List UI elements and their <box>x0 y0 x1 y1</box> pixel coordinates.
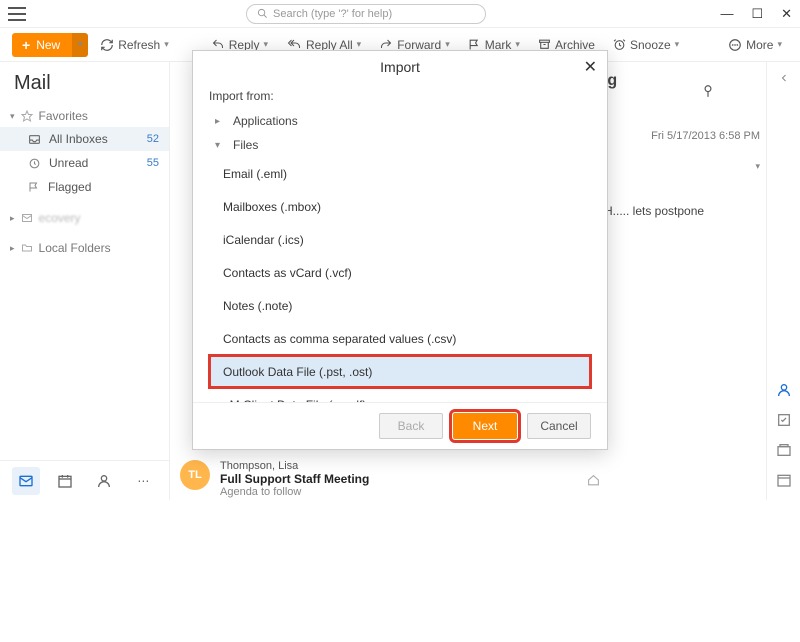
chevron-right-icon: ▸ <box>215 116 225 127</box>
next-button[interactable]: Next <box>453 413 517 439</box>
import-option[interactable]: Contacts as comma separated values (.csv… <box>209 322 591 355</box>
import-option[interactable]: Email (.eml) <box>209 157 591 190</box>
import-option[interactable]: eM Client Data File (.emdf) <box>209 388 591 402</box>
import-from-label: Import from: <box>209 89 591 103</box>
tree-applications[interactable]: ▸ Applications <box>209 109 591 133</box>
cancel-button[interactable]: Cancel <box>527 413 591 439</box>
dialog-overlay: Import ✕ Import from: ▸ Applications ▾ F… <box>0 0 800 500</box>
dialog-title: Import <box>380 59 420 75</box>
import-option[interactable]: Contacts as vCard (.vcf) <box>209 256 591 289</box>
import-option[interactable]: Notes (.note) <box>209 289 591 322</box>
dialog-close-icon[interactable]: ✕ <box>584 57 597 77</box>
import-option[interactable]: Mailboxes (.mbox) <box>209 190 591 223</box>
tree-files[interactable]: ▾ Files <box>209 133 591 157</box>
chevron-down-icon: ▾ <box>215 140 225 151</box>
import-option[interactable]: iCalendar (.ics) <box>209 223 591 256</box>
import-dialog: Import ✕ Import from: ▸ Applications ▾ F… <box>192 50 608 450</box>
import-option-selected[interactable]: Outlook Data File (.pst, .ost) <box>209 355 591 388</box>
back-button[interactable]: Back <box>379 413 443 439</box>
